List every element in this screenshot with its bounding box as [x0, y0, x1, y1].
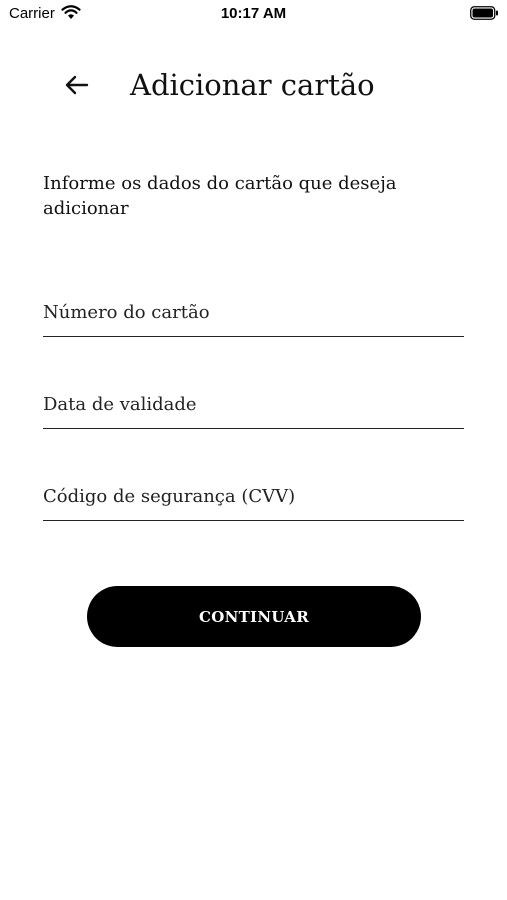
page-title: Adicionar cartão	[130, 68, 375, 102]
expiry-date-input[interactable]	[43, 384, 464, 424]
battery-icon	[470, 6, 499, 20]
card-number-field	[43, 292, 464, 337]
cvv-input[interactable]	[43, 476, 464, 516]
arrow-left-icon	[65, 75, 89, 95]
expiry-date-field	[43, 384, 464, 429]
status-time: 10:17 AM	[220, 5, 287, 22]
status-bar: Carrier 10:17 AM	[0, 0, 507, 28]
continue-button[interactable]: CONTINUAR	[87, 586, 421, 647]
cvv-field	[43, 476, 464, 521]
intro-text: Informe os dados do cartão que deseja ad…	[43, 173, 397, 219]
card-number-input[interactable]	[43, 292, 464, 332]
back-button[interactable]	[56, 64, 98, 106]
